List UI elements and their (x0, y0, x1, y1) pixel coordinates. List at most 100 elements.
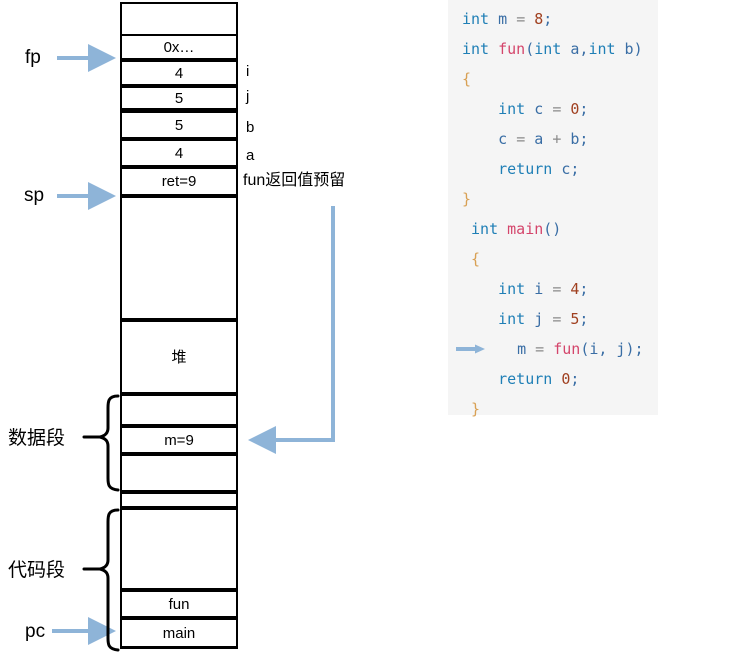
code-line: int fun(int a,int b) (448, 34, 658, 64)
code-token: ; (570, 370, 580, 388)
code-line: int main() (448, 214, 658, 244)
code-token: c; (552, 160, 580, 178)
code-token: = (516, 130, 526, 148)
slot-note-ret: fun返回值预留 (243, 172, 346, 189)
code-token: { (471, 250, 481, 268)
code-token: fun (498, 40, 526, 58)
memory-cell-saved-fp: 0x… (120, 34, 238, 60)
code-token: int (534, 40, 562, 58)
code-line: { (448, 64, 658, 94)
code-token: main (507, 220, 544, 238)
code-token: () (543, 220, 562, 238)
slot-note-i: i (246, 63, 250, 80)
code-line: int j = 5; (448, 304, 658, 334)
code-line: return 0; (448, 364, 658, 394)
code-token: = (535, 340, 545, 358)
code-token: c (525, 100, 553, 118)
code-token: ( (525, 40, 535, 58)
code-token: { (462, 70, 472, 88)
code-line: int m = 8; (448, 4, 658, 34)
code-token: int (498, 280, 526, 298)
return-value-elbow-arrow-icon (248, 206, 335, 454)
code-token: int (588, 40, 616, 58)
pointer-label-fp: fp (25, 47, 41, 68)
memory-cell-a: 4 (120, 139, 238, 167)
code-token: ; (579, 280, 589, 298)
code-token: int (462, 10, 490, 28)
code-token: } (462, 190, 472, 208)
slot-note-a: a (246, 147, 255, 164)
code-token: = (552, 310, 562, 328)
code-token: return (498, 370, 553, 388)
memory-cell-m: m=9 (120, 426, 238, 454)
memory-cell-ret: ret=9 (120, 167, 238, 196)
memory-cell-code-empty (120, 508, 238, 590)
code-line: return c; (448, 154, 658, 184)
code-line: } (448, 184, 658, 214)
segment-label-data: 数据段 (8, 428, 66, 449)
code-token: b (615, 40, 634, 58)
code-token: = (516, 10, 526, 28)
code-token: b; (561, 130, 589, 148)
code-token: m (489, 10, 517, 28)
pointer-label-sp: sp (24, 185, 45, 206)
code-token: = (552, 280, 562, 298)
code-token: j (525, 310, 553, 328)
memory-cell-main: main (120, 618, 238, 649)
code-token: ; (543, 10, 553, 28)
code-token: (i, j); (580, 340, 644, 358)
code-token: int (471, 220, 508, 238)
code-token: int (498, 310, 526, 328)
memory-cell-heap: 堆 (120, 320, 238, 394)
code-token: c (462, 130, 517, 148)
code-line: c = a + b; (448, 124, 658, 154)
code-segment-brace-icon (99, 508, 120, 652)
code-line: m = fun(i, j); (448, 334, 658, 364)
source-code-panel: int m = 8; int fun(int a,int b){ int c = … (448, 0, 658, 418)
data-segment-brace-icon (99, 394, 120, 492)
code-token: i (525, 280, 553, 298)
memory-cell-fun: fun (120, 590, 238, 618)
code-token: a, (561, 40, 589, 58)
pointer-label-pc: pc (25, 621, 46, 642)
memory-cell-i: 4 (120, 60, 238, 86)
code-token: + (552, 130, 562, 148)
current-line-arrow-icon (456, 344, 485, 354)
memory-layout-diagram: 0x… 4 5 5 4 ret=9 堆 m=9 fun main i j b a… (0, 0, 440, 659)
code-token: int (462, 40, 499, 58)
code-token: ; (579, 310, 589, 328)
code-token: int (498, 100, 526, 118)
code-token: 8 (534, 10, 544, 28)
code-token: fun (553, 340, 581, 358)
slot-note-j: j (246, 88, 250, 105)
memory-cell-data-empty-1 (120, 394, 238, 426)
memory-cell-stack-free (120, 196, 238, 320)
memory-cell-j: 5 (120, 86, 238, 111)
memory-cell-b: 5 (120, 111, 238, 139)
code-line: { (448, 244, 658, 274)
code-token: m (490, 340, 536, 358)
slot-note-b: b (246, 119, 255, 136)
code-token: ) (633, 40, 643, 58)
code-line: } (448, 394, 658, 424)
code-token: } (471, 400, 481, 418)
code-token: = (552, 100, 562, 118)
memory-cell-segment-gap (120, 492, 238, 508)
code-line: int i = 4; (448, 274, 658, 304)
code-token: return (498, 160, 553, 178)
code-token: a (525, 130, 553, 148)
memory-cell-top-empty (120, 2, 238, 36)
segment-label-code: 代码段 (8, 560, 66, 581)
code-token: ; (579, 100, 589, 118)
